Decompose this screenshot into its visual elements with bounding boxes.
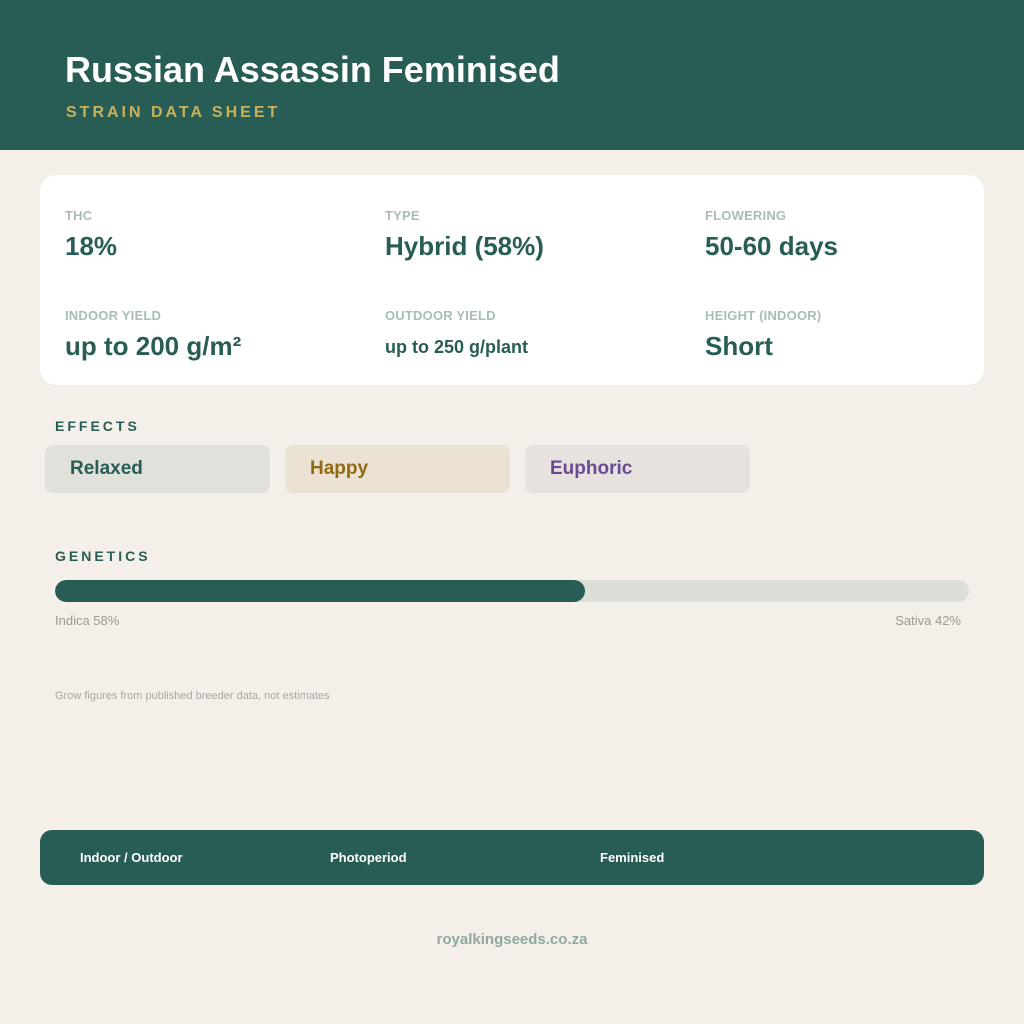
footnote: Grow figures from published breeder data…: [55, 690, 330, 702]
stat-value: up to 250 g/plant: [385, 337, 529, 357]
page-subtitle: STRAIN DATA SHEET: [66, 104, 281, 121]
stat-value: up to 200 g/m²: [65, 331, 242, 361]
stat-value: 50-60 days: [705, 231, 838, 261]
stat-label: FLOWERING: [705, 208, 787, 223]
header-banner: Russian Assassin Feminised STRAIN DATA S…: [0, 0, 1024, 150]
stat-height: HEIGHT (INDOOR) Short: [705, 308, 821, 362]
stat-label: OUTDOOR YIELD: [385, 308, 496, 323]
stat-label: THC: [65, 208, 93, 223]
genetics-heading: GENETICS: [55, 548, 151, 564]
footer-item-growing-environment: Indoor / Outdoor: [80, 850, 183, 865]
stat-value: Hybrid (58%): [385, 231, 544, 261]
footer-bar: Indoor / Outdoor Photoperiod Feminised: [40, 830, 984, 885]
sativa-label: Sativa 42%: [895, 613, 961, 628]
page-title: Russian Assassin Feminised: [65, 49, 560, 90]
stat-value: 18%: [65, 231, 118, 261]
effect-pill-happy: Happy: [285, 445, 510, 493]
indica-label: Indica 58%: [55, 613, 120, 628]
footer-item-flowering-type: Photoperiod: [330, 850, 407, 865]
footer-item-seed-type: Feminised: [600, 850, 665, 865]
stats-card: THC 18% TYPE Hybrid (58%) FLOWERING 50-6…: [40, 175, 984, 385]
genetics-bar-indica-fill: [55, 580, 586, 602]
website-link[interactable]: royalkingseeds.co.za: [0, 931, 1024, 949]
stat-label: TYPE: [385, 208, 420, 223]
effect-pill-relaxed: Relaxed: [45, 445, 270, 493]
effect-pill-euphoric: Euphoric: [525, 445, 750, 493]
genetics-bar: [55, 580, 969, 602]
stat-outdoor-yield: OUTDOOR YIELD up to 250 g/plant: [385, 308, 528, 360]
stat-type: TYPE Hybrid (58%): [385, 208, 544, 262]
effects-heading: EFFECTS: [55, 418, 140, 434]
stat-value: Short: [705, 331, 773, 361]
stat-label: INDOOR YIELD: [65, 308, 162, 323]
stat-indoor-yield: INDOOR YIELD up to 200 g/m²: [65, 308, 241, 362]
stat-flowering: FLOWERING 50-60 days: [705, 208, 838, 262]
stat-label: HEIGHT (INDOOR): [705, 308, 822, 323]
stat-thc: THC 18%: [65, 208, 117, 262]
